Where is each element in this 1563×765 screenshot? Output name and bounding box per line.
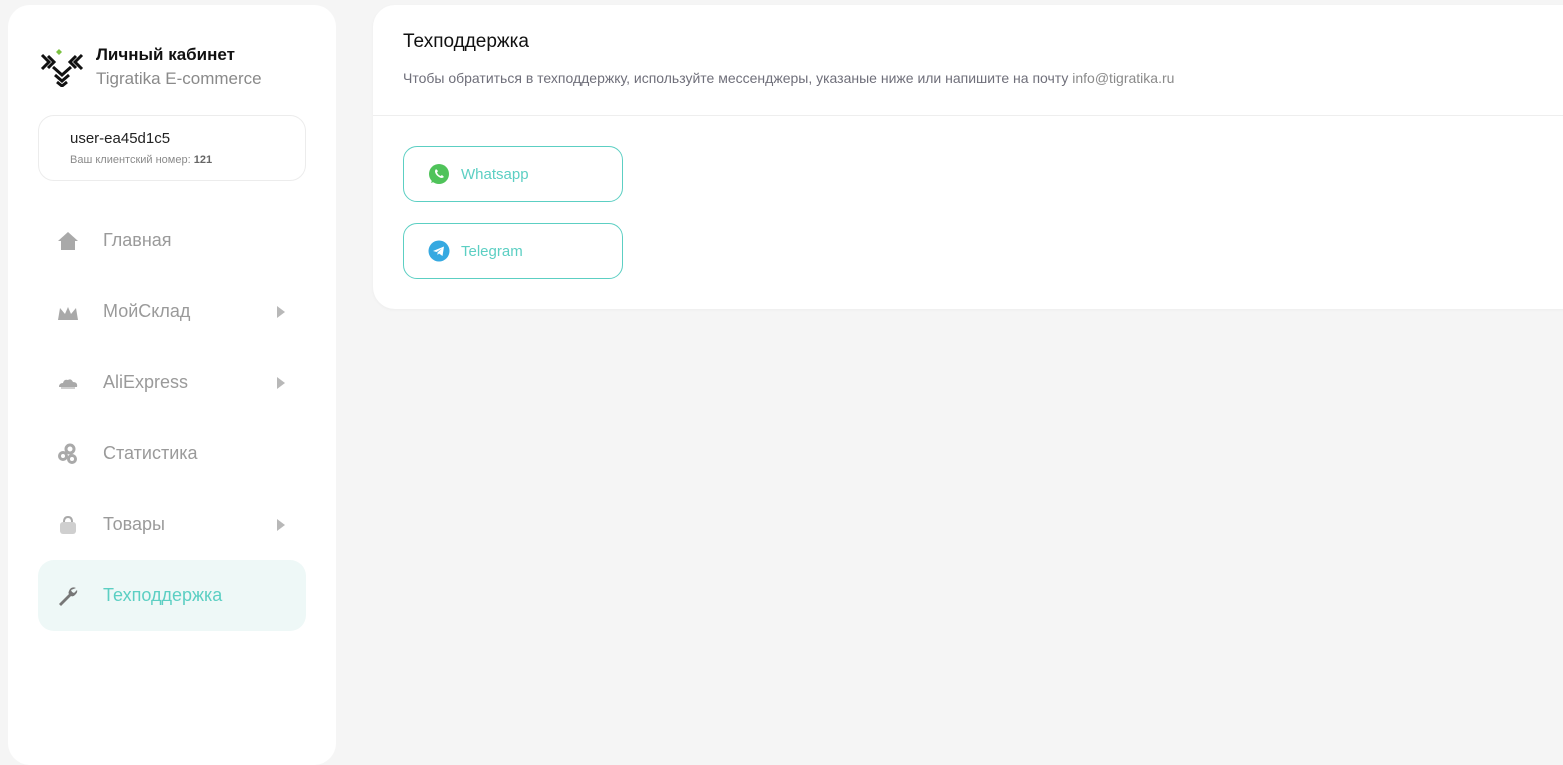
sidebar-item-label: МойСклад [103,301,191,321]
whatsapp-button-label: Whatsapp [461,165,529,183]
brand[interactable]: Личный кабинет Tigratika E-commerce [40,45,262,89]
chevron-right-icon[interactable] [277,305,285,318]
sidebar-item-aliexpress[interactable]: AliExpress [38,347,306,418]
home-icon [57,230,79,252]
sidebar-item-label: Главная [103,230,172,250]
wrench-icon [57,585,79,607]
support-description-text: Чтобы обратиться в техподдержку, использ… [403,70,1069,86]
user-card[interactable]: user-ea45d1c5 Ваш клиентский номер: 121 [38,115,306,181]
sidebar-nav: Главная МойСклад AliExpress Статистика Т… [38,205,306,631]
sidebar-item-statistics[interactable]: Статистика [38,418,306,489]
sidebar-item-label: Техподдержка [103,585,223,605]
sidebar-item-support[interactable]: Техподдержка [38,560,306,631]
divider [373,115,1563,116]
sidebar-item-moysklad[interactable]: МойСклад [38,276,306,347]
chevron-right-icon[interactable] [277,518,285,531]
cloud-icon [57,372,79,394]
warehouse-icon [57,301,79,323]
brand-subtitle: Tigratika E-commerce [96,69,262,88]
sidebar-item-label: AliExpress [103,372,189,392]
telegram-button-label: Telegram [461,242,523,260]
tigratika-logo-icon [40,49,84,87]
support-description: Чтобы обратиться в техподдержку, использ… [403,70,1174,86]
telegram-button[interactable]: Telegram [403,223,623,279]
sidebar-item-home[interactable]: Главная [38,205,306,276]
whatsapp-icon [429,164,449,184]
gears-icon [57,443,79,465]
client-number: Ваш клиентский номер: 121 [70,154,305,166]
sidebar-item-label: Товары [103,514,165,534]
chevron-right-icon[interactable] [277,376,285,389]
sidebar-item-products[interactable]: Товары [38,489,306,560]
sidebar: Личный кабинет Tigratika E-commerce user… [8,5,336,765]
sidebar-item-label: Статистика [103,443,198,463]
page-title: Техподдержка [403,31,529,52]
whatsapp-button[interactable]: Whatsapp [403,146,623,202]
brand-title: Личный кабинет [96,45,235,64]
telegram-icon [428,240,450,262]
bag-icon [57,514,79,536]
client-number-value: 121 [193,154,213,166]
user-name: user-ea45d1c5 [70,130,171,147]
support-panel: Техподдержка Чтобы обратиться в техподде… [373,5,1563,309]
client-number-label: Ваш клиентский номер: [70,154,191,166]
support-email-link[interactable]: info@tigratika.ru [1072,70,1174,86]
